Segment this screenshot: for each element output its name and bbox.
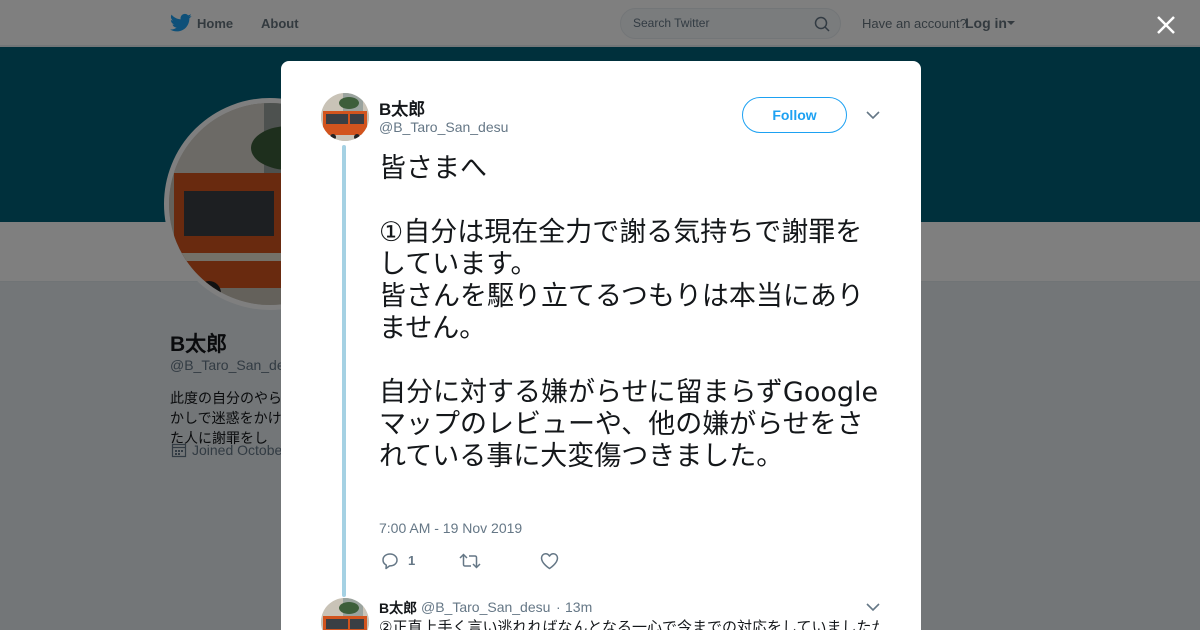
tweet-line-blank (379, 185, 883, 217)
bus-photo (321, 93, 369, 141)
chevron-down-icon[interactable] (865, 601, 881, 613)
tweet-line-blank (379, 345, 883, 377)
author-name[interactable]: B太郎 (379, 95, 425, 120)
follow-button[interactable]: Follow (742, 97, 847, 133)
tweet-line: 皆さんを駆り立てるつもりは本当にありません。 (379, 281, 864, 344)
thread-connector-line (342, 145, 346, 597)
tweet-line: 自分に対する嫌がらせに留まらずGoogleマップのレビューや、他の嫌がらせをされ… (379, 377, 879, 472)
tweet-line: ①自分は現在全力で謝る気持ちで謝罪をしています。 (379, 217, 863, 280)
tweet-timestamp[interactable]: 7:00 AM - 19 Nov 2019 (379, 520, 522, 536)
reply-separator: · (556, 599, 561, 615)
reply-tweet-text: ②正直上手く言い逃れればなんとなる一心で今までの対応をしていましたが (379, 618, 879, 630)
reply-author-name[interactable]: B太郎 (379, 598, 417, 618)
retweet-icon[interactable] (459, 552, 481, 570)
chevron-down-icon[interactable] (865, 109, 881, 121)
tweet-modal: B太郎 @B_Taro_San_desu Follow 皆さまへ ①自分は現在全… (281, 61, 921, 630)
close-icon[interactable] (1154, 13, 1178, 37)
reply-time[interactable]: 13m (565, 599, 592, 615)
tweet-text: 皆さまへ ①自分は現在全力で謝る気持ちで謝罪をしています。 皆さんを駆り立てるつ… (379, 153, 883, 473)
reply-count: 1 (408, 553, 416, 568)
bus-photo (321, 598, 369, 630)
author-handle[interactable]: @B_Taro_San_desu (379, 119, 508, 135)
reply-author-avatar[interactable] (321, 598, 369, 630)
heart-icon[interactable] (540, 552, 559, 570)
reply-author-handle[interactable]: @B_Taro_San_desu (421, 599, 550, 615)
author-avatar[interactable] (321, 93, 369, 141)
tweet-line: 皆さまへ (379, 153, 487, 184)
reply-icon[interactable] (381, 552, 399, 570)
